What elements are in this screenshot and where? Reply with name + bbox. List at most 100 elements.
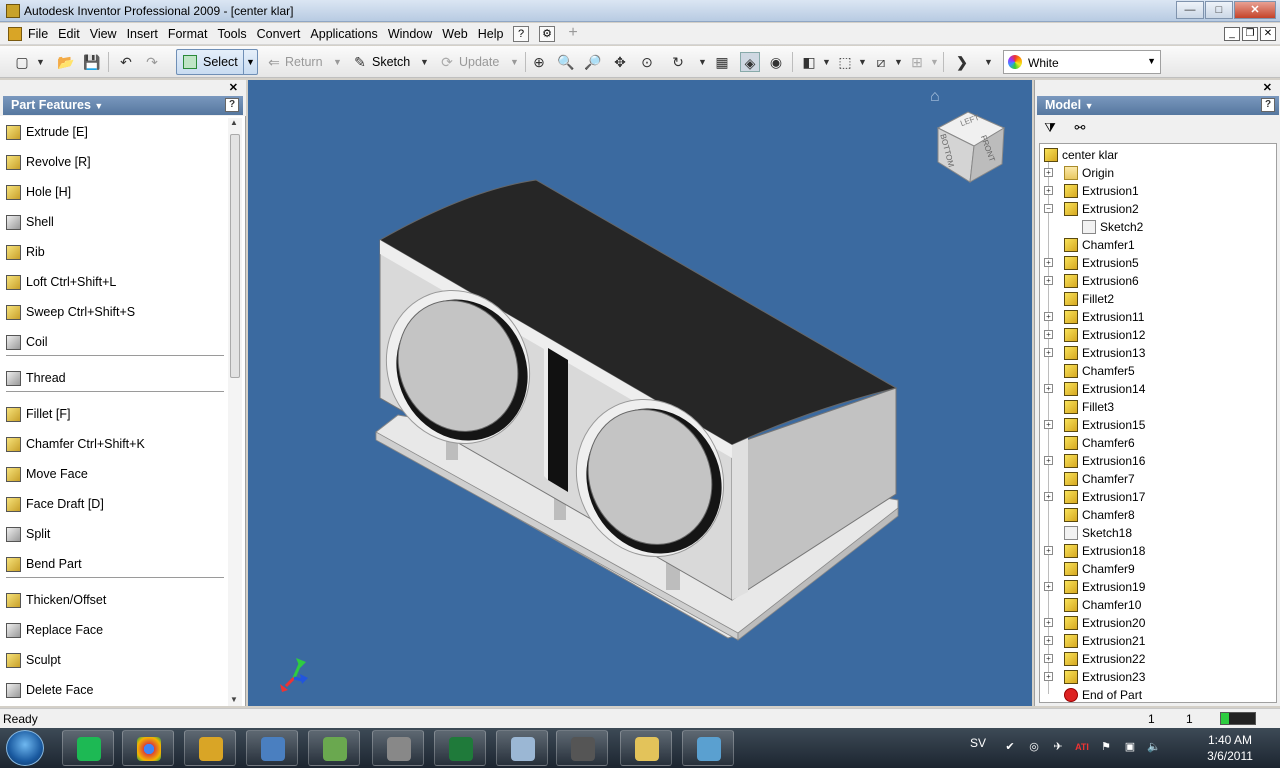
feature-sweep[interactable]: Sweep Ctrl+Shift+S <box>0 302 228 322</box>
orbit-icon[interactable]: ↻ <box>668 52 688 72</box>
menu-insert[interactable]: Insert <box>127 27 158 41</box>
select-button[interactable]: Select ▼ <box>176 49 258 75</box>
collapse-icon[interactable]: − <box>1044 204 1053 213</box>
model-browser-title[interactable]: Model ▼ ? <box>1037 96 1279 115</box>
pan-icon[interactable]: ✥ <box>610 52 630 72</box>
feature-move-face[interactable]: Move Face <box>0 464 228 484</box>
tree-node-extrusion17[interactable]: + Extrusion17 <box>1044 488 1264 506</box>
expand-icon[interactable]: + <box>1044 456 1053 465</box>
feature-rib[interactable]: Rib <box>0 242 228 262</box>
feature-delete-face[interactable]: Delete Face <box>0 680 228 700</box>
zoom-all-icon[interactable]: ⊕ <box>529 52 549 72</box>
tree-node-end-of-part[interactable]: End of Part <box>1044 686 1264 704</box>
tree-node-sketch18[interactable]: Sketch18 <box>1044 524 1264 542</box>
new-file-icon[interactable]: ▢ <box>12 52 32 72</box>
tree-node-fillet3[interactable]: Fillet3 <box>1044 398 1264 416</box>
expand-icon[interactable]: + <box>1044 258 1053 267</box>
options-icon[interactable]: ⚙ <box>539 26 555 42</box>
tree-node-extrusion6[interactable]: + Extrusion6 <box>1044 272 1264 290</box>
menu-view[interactable]: View <box>90 27 117 41</box>
expand-icon[interactable]: + <box>1044 312 1053 321</box>
inventor-app-icon[interactable] <box>6 4 20 18</box>
taskbar-spotify-button[interactable] <box>62 730 114 766</box>
tree-node-extrusion13[interactable]: + Extrusion13 <box>1044 344 1264 362</box>
menu-file[interactable]: File <box>28 27 48 41</box>
panel-help-icon[interactable]: ? <box>225 98 239 112</box>
ray-trace-icon[interactable]: ◉ <box>766 52 786 72</box>
taskbar-calculator-button[interactable] <box>496 730 548 766</box>
tree-node-chamfer10[interactable]: Chamfer10 <box>1044 596 1264 614</box>
expand-icon[interactable]: + <box>1044 618 1053 627</box>
doc-minimize-button[interactable]: _ <box>1224 27 1240 41</box>
expand-icon[interactable]: + <box>1044 186 1053 195</box>
update-button[interactable]: Update <box>459 52 499 72</box>
taskbar-network-button[interactable] <box>308 730 360 766</box>
expand-icon[interactable]: + <box>1044 348 1053 357</box>
expand-icon[interactable]: + <box>1044 420 1053 429</box>
taskbar-remote-desktop-button[interactable] <box>246 730 298 766</box>
tree-node-extrusion11[interactable]: + Extrusion11 <box>1044 308 1264 326</box>
sketch-dropdown-caret[interactable]: ▼ <box>420 52 429 72</box>
expand-icon[interactable]: + <box>1044 582 1053 591</box>
taskbar-excel-button[interactable] <box>434 730 486 766</box>
feature-thicken-offset[interactable]: Thicken/Offset <box>0 590 228 610</box>
menu-tools[interactable]: Tools <box>217 27 246 41</box>
filter-icon[interactable]: ⧩ <box>1041 120 1059 136</box>
zoom-icon[interactable]: 🔎 <box>583 52 603 72</box>
feature-extrude[interactable]: Extrude [E] <box>0 122 228 142</box>
menu-help[interactable]: Help <box>478 27 504 41</box>
taskbar-folder-button[interactable] <box>620 730 672 766</box>
taskbar-phone-button[interactable] <box>556 730 608 766</box>
tree-node-chamfer1[interactable]: Chamfer1 <box>1044 236 1264 254</box>
browser-help-icon[interactable]: ? <box>1261 98 1275 112</box>
projection-dropdown-caret[interactable]: ▼ <box>858 52 867 72</box>
help-icon[interactable]: ? <box>513 26 529 42</box>
color-select[interactable]: White ▼ <box>1003 50 1161 74</box>
section-view-icon[interactable]: ⧄ <box>871 52 891 72</box>
tree-node-chamfer9[interactable]: Chamfer9 <box>1044 560 1264 578</box>
return-button[interactable]: Return <box>285 52 323 72</box>
part-features-title[interactable]: Part Features ▼ ? <box>3 96 243 115</box>
feature-thread[interactable]: Thread <box>0 368 228 388</box>
tree-node-fillet2[interactable]: Fillet2 <box>1044 290 1264 308</box>
zoom-selected-icon[interactable]: ⊙ <box>637 52 657 72</box>
ati-tray-icon[interactable]: ATI <box>1074 740 1090 754</box>
display-mode-icon[interactable]: ◧ <box>799 52 819 72</box>
expand-icon[interactable]: + <box>1044 384 1053 393</box>
menu-applications[interactable]: Applications <box>310 27 377 41</box>
tree-node-extrusion22[interactable]: + Extrusion22 <box>1044 650 1264 668</box>
display-mode-dropdown-caret[interactable]: ▼ <box>822 52 831 72</box>
graphics-viewport[interactable]: ⌂ LEFT FRONT BOTTOM <box>248 80 1032 706</box>
expand-icon[interactable]: + <box>1044 546 1053 555</box>
projection-icon[interactable]: ⬚ <box>835 52 855 72</box>
expand-icon[interactable]: + <box>1044 636 1053 645</box>
zoom-window-icon[interactable]: 🔍 <box>556 52 576 72</box>
tree-node-chamfer5[interactable]: Chamfer5 <box>1044 362 1264 380</box>
bluetooth-tray-icon[interactable]: ✈ <box>1050 740 1066 754</box>
expand-icon[interactable]: + <box>1044 672 1053 681</box>
undo-icon[interactable]: ↶ <box>116 52 136 72</box>
tree-node-extrusion1[interactable]: + Extrusion1 <box>1044 182 1264 200</box>
menu-format[interactable]: Format <box>168 27 208 41</box>
scroll-thumb[interactable] <box>230 134 240 378</box>
tree-node-extrusion19[interactable]: + Extrusion19 <box>1044 578 1264 596</box>
tree-node-chamfer6[interactable]: Chamfer6 <box>1044 434 1264 452</box>
feature-split[interactable]: Split <box>0 524 228 544</box>
express-dropdown-caret[interactable]: ▼ <box>984 52 993 72</box>
doc-restore-button[interactable]: ❐ <box>1242 27 1258 41</box>
viewcube[interactable]: LEFT FRONT BOTTOM <box>934 106 1006 186</box>
add-icon[interactable]: + <box>565 25 581 42</box>
menu-edit[interactable]: Edit <box>58 27 80 41</box>
menu-window[interactable]: Window <box>388 27 432 41</box>
tree-node-extrusion23[interactable]: + Extrusion23 <box>1044 668 1264 686</box>
feature-chamfer[interactable]: Chamfer Ctrl+Shift+K <box>0 434 228 454</box>
volume-tray-icon[interactable]: 🔈 <box>1146 740 1162 754</box>
color-dropdown-caret[interactable]: ▼ <box>1147 56 1156 66</box>
new-dropdown-caret[interactable]: ▼ <box>36 52 45 72</box>
speaker-model[interactable] <box>248 80 1032 706</box>
open-folder-icon[interactable]: 📂 <box>56 52 76 72</box>
maximize-button[interactable]: □ <box>1205 1 1233 19</box>
sketch-button[interactable]: Sketch <box>372 52 410 72</box>
tree-node-chamfer7[interactable]: Chamfer7 <box>1044 470 1264 488</box>
tree-node-chamfer8[interactable]: Chamfer8 <box>1044 506 1264 524</box>
